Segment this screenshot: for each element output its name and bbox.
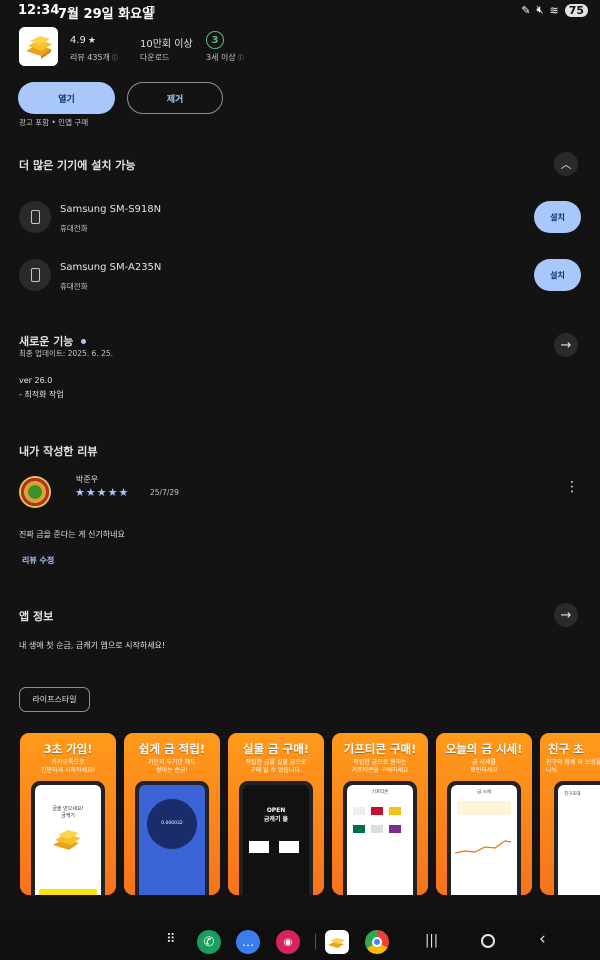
chevron-up-icon: ︿ [560,158,572,171]
screenshot-inner-text: 금 시세 [477,790,491,795]
review-count[interactable]: 리뷰 435개 ⓘ [70,52,118,63]
screenshot-subtitle: 가만히 두기만 해도 쌓이는 순금! [148,759,196,774]
review-stars: ★★★★★ [75,486,130,499]
rating: 4.9 ★ [70,35,96,46]
review-author: 박준우 [76,475,99,484]
last-updated: 최종 업데이트: 2025. 6. 25. [19,349,114,358]
screenshot-title: 3초 가입! [43,742,93,756]
home-icon[interactable] [481,934,495,948]
edit-review-link[interactable]: 리뷰 수정 [22,555,54,566]
battery-badge: 75 [564,3,588,17]
review-count-label: 리뷰 435개 [70,53,110,62]
rating-value: 4.9 [70,35,86,46]
navigation-bar [0,921,600,960]
screenshot-1[interactable]: 3초 가입! 카카오톡으로 간편하게 시작하세요! 금을 만으세요! 금캐기 [20,733,116,895]
screenshot-subtitle: 카카오톡으로 간편하게 시작하세요! [41,759,95,774]
device-type: 휴대전화 [60,224,88,233]
age-rating-label: 3세 이상 [206,53,236,62]
review-date: 25/7/29 [150,488,179,497]
screenshot-inner-text: 기프티콘 [371,790,389,795]
ads-notice: 광고 포함 • 인앱 구매 [19,118,89,127]
gold-app-icon[interactable] [325,930,349,954]
status-icons: ✎ 🔇︎ ≋ 75 [521,3,588,17]
downloads-value: 10만회 이상 [140,39,193,50]
back-icon[interactable]: ‹ [539,929,546,949]
app-info-title: 앱 정보 [19,610,54,623]
my-review-title: 내가 작성한 리뷰 [19,445,98,458]
downloads-label: 다운로드 [140,53,170,62]
age-rating[interactable]: 3세 이상 ⓘ [206,52,244,63]
dock-divider [315,934,316,950]
category-chip[interactable]: 라이프스타일 [19,687,90,712]
review-text: 진짜 금을 준다는 게 신기하네요 [19,530,125,539]
screenshot-subtitle: 친구와 함께 하 보상을 나눠 [546,759,600,774]
install-button-device-1[interactable]: 설치 [534,201,581,233]
screenshot-title: 친구 초 [548,742,584,756]
screenshot-4[interactable]: 기프티콘 구매! 적립한 금으로 원하는 기프티콘을 구매하세요 기프티콘 [332,733,428,895]
app-drawer-icon[interactable]: ⠿ [166,932,175,947]
install-button-device-2[interactable]: 설치 [534,259,581,291]
mute-icon: 🔇︎ [536,3,544,16]
screenshot-inner-text: 0.000032 [161,821,183,826]
app-icon [19,27,58,66]
screenshot-inner-text: OPEN 금캐기 몰 [263,807,289,823]
screenshot-3[interactable]: 실물 금 구매! 적립한 금을 실물 금으로 구매 할 수 있습니다. OPEN… [228,733,324,895]
device-type: 휴대전화 [60,282,88,291]
screenshot-title: 실물 금 구매! [242,742,310,756]
screenshot-subtitle: 금 시세를 확인하세요 [470,759,498,774]
info-icon: ⓘ [237,55,244,62]
messages-app-icon[interactable]: … [236,930,260,954]
star-icon: ★ [87,35,96,46]
screenshot-title: 오늘의 금 시세! [445,742,523,756]
whats-new-title: 새로운 기능 [19,335,74,348]
phone-icon [19,259,51,291]
phone-icon [19,201,51,233]
version-text: ver 26.0 [19,376,53,385]
screenshot-subtitle: 적립한 금을 실물 금으로 구매 할 수 있습니다. [245,759,307,774]
age-rating-badge: 3 [206,31,224,49]
screenshot-title: 쉽게 금 적립! [138,742,206,756]
collapse-button[interactable]: ︿ [554,152,578,176]
screenshot-inner-text: 친구초대 [564,792,581,797]
recents-icon[interactable]: ||| [425,933,438,948]
device-name: Samsung SM-A235N [60,262,162,273]
phone-app-icon[interactable]: ✆ [197,930,221,954]
chrome-app-icon[interactable] [365,930,389,954]
device-name: Samsung SM-S918N [60,204,162,215]
clock: 12:34 [18,3,60,18]
screenshot-inner-text: 금을 만으세요! 금캐기 [52,806,84,819]
screenshot-icon: ⊡ [146,3,156,16]
screenshot-2[interactable]: 쉽게 금 적립! 가만히 두기만 해도 쌓이는 순금! 0.000032 [124,733,220,895]
screenshot-title: 기프티콘 구매! [343,742,417,756]
more-options-icon[interactable]: ⋮ [565,480,579,494]
whats-new-arrow-button[interactable]: → [554,333,578,357]
date: 7월 29일 화요일 [58,7,154,22]
screenshot-5[interactable]: 오늘의 금 시세! 금 시세를 확인하세요 금 시세 [436,733,532,895]
wifi-icon: ≋ [549,3,559,17]
camera-app-icon[interactable]: ◉ [276,930,300,954]
status-bar: 12:34 7월 29일 화요일 ⊡ ✎ 🔇︎ ≋ 75 [0,0,600,22]
app-description: 내 생애 첫 순금, 금캐기 앱으로 시작하세요! [19,641,166,650]
avatar [19,476,51,508]
update-note: - 최적화 작업 [19,390,64,399]
new-dot-icon [81,338,87,344]
arrow-right-icon: → [560,337,572,353]
screenshot-subtitle: 적립한 금으로 원하는 기프티콘을 구매하세요 [351,759,409,774]
whats-new-header[interactable]: 새로운 기능 [19,333,87,349]
screenshot-6[interactable]: 친구 초 친구와 함께 하 보상을 나눠 친구초대 [540,733,600,895]
more-devices-title: 더 많은 기기에 설치 가능 [19,159,136,172]
pen-icon: ✎ [521,3,531,17]
arrow-right-icon: → [560,607,572,623]
uninstall-button[interactable]: 제거 [127,82,223,114]
info-icon: ⓘ [111,55,118,62]
open-button[interactable]: 열기 [18,82,115,114]
app-info-arrow-button[interactable]: → [554,603,578,627]
